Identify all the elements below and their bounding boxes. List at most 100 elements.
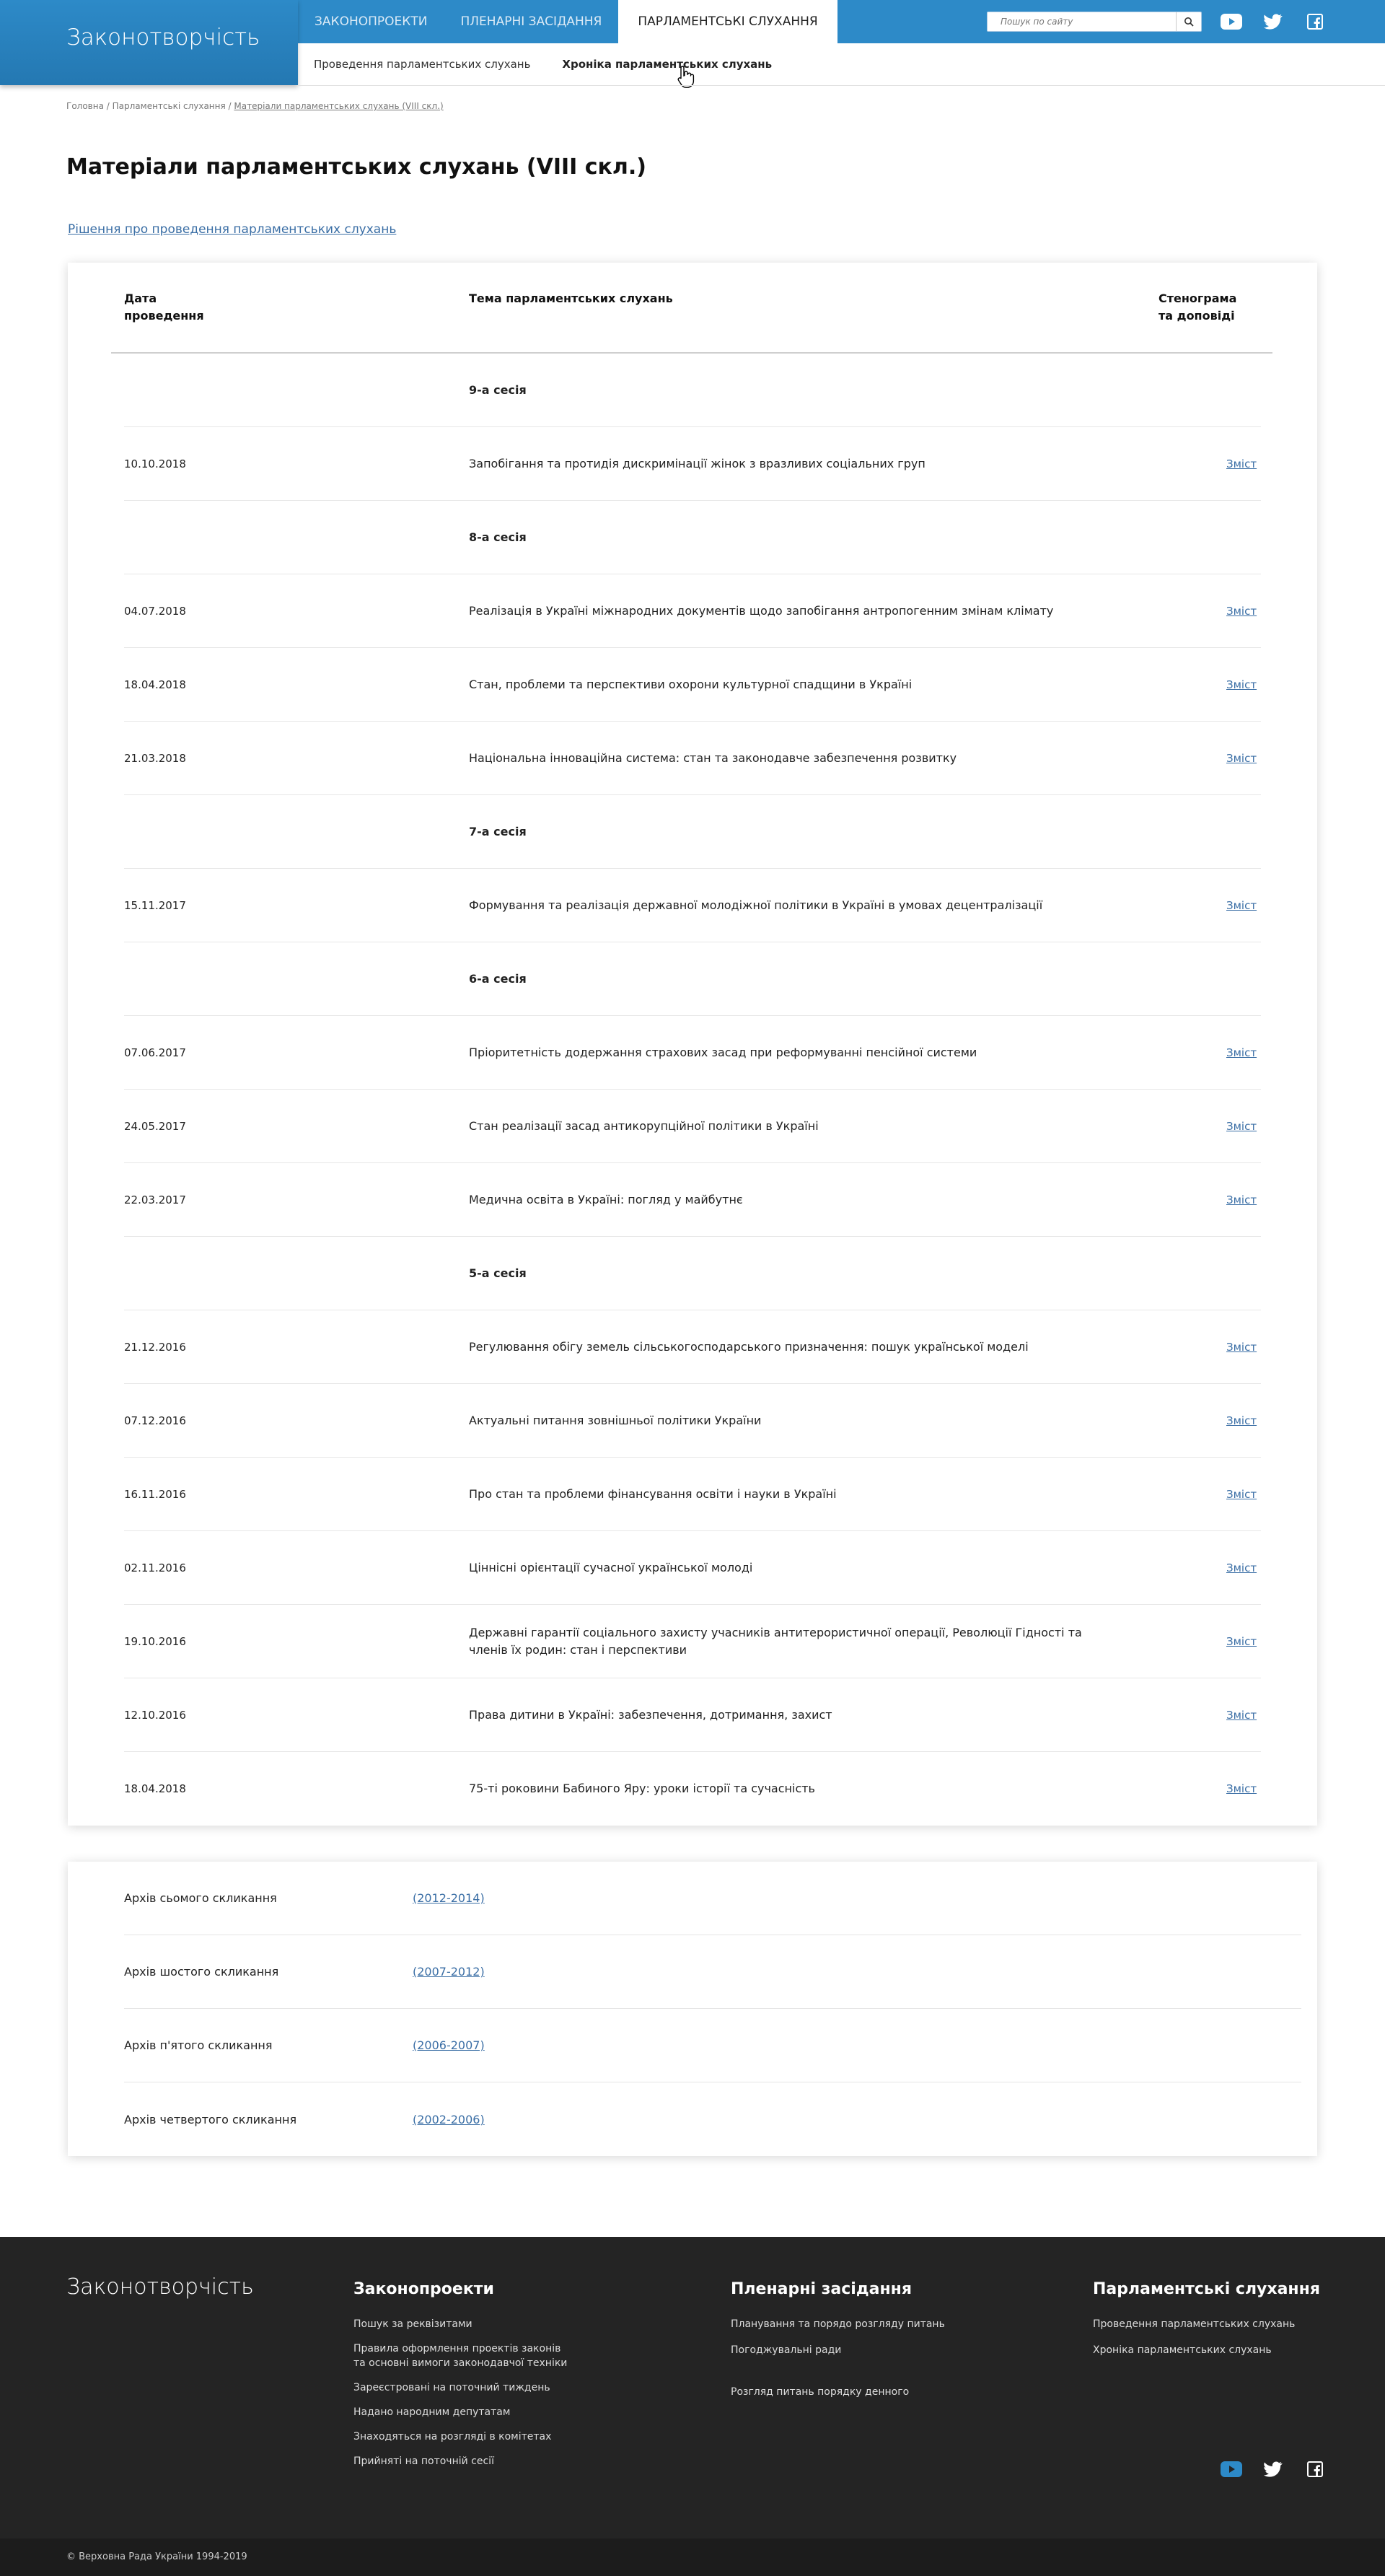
archive-row: Архів четвертого скликання (2002-2006) bbox=[124, 2082, 1301, 2156]
search-box bbox=[987, 12, 1202, 32]
search-input[interactable] bbox=[988, 12, 1177, 31]
subnav-conducting[interactable]: Проведення парламентських слухань bbox=[298, 58, 546, 71]
contents-link[interactable]: Зміст bbox=[1226, 1782, 1257, 1795]
breadcrumb-home[interactable]: Головна bbox=[66, 101, 104, 111]
youtube-icon[interactable] bbox=[1221, 2459, 1242, 2479]
session-label: 7-а сесія bbox=[469, 824, 527, 838]
header-date-line2: проведення bbox=[124, 309, 204, 323]
contents-link[interactable]: Зміст bbox=[1226, 457, 1257, 470]
footer-link[interactable]: Хроніка парламентських слухань bbox=[1093, 2343, 1320, 2357]
nav-bills[interactable]: ЗАКОНОПРОЕКТИ bbox=[298, 0, 444, 43]
table-row: 12.10.2016 Права дитини в Україні: забезп… bbox=[124, 1678, 1261, 1752]
table-row: 19.10.2016 Державні гарантії соціального … bbox=[124, 1605, 1261, 1678]
contents-link[interactable]: Зміст bbox=[1226, 1561, 1257, 1574]
row-date: 04.07.2018 bbox=[124, 604, 186, 618]
session-row: 9-а сесія bbox=[124, 354, 1261, 427]
table-body: 9-а сесія 10.10.2018 Запобігання та протид… bbox=[68, 354, 1317, 1826]
footer-link[interactable]: Надано народним депутатам bbox=[353, 2405, 570, 2419]
archive-label: Архів п'ятого скликання bbox=[124, 2038, 273, 2052]
row-topic: Реалізація в Україні міжнародних докумен… bbox=[469, 603, 1054, 618]
contents-link[interactable]: Зміст bbox=[1226, 1635, 1257, 1648]
footer-logo[interactable]: Законотворчість bbox=[66, 2274, 254, 2300]
breadcrumb-current[interactable]: Матеріали парламентських слухань (VIII с… bbox=[234, 101, 443, 111]
footer-link[interactable]: Знаходяться на розгляді в комітетах bbox=[353, 2430, 570, 2444]
session-row: 7-а сесія bbox=[124, 795, 1261, 869]
footer-link[interactable]: Правила оформлення проектів законів та о… bbox=[353, 2341, 570, 2370]
contents-link[interactable]: Зміст bbox=[1226, 1414, 1257, 1427]
archive-link[interactable]: (2012-2014) bbox=[413, 1891, 485, 1905]
archive-link[interactable]: (2007-2012) bbox=[413, 1965, 485, 1979]
footer-bottom: © Верховна Рада України 1994-2019 bbox=[0, 2538, 1385, 2576]
facebook-icon[interactable] bbox=[1304, 12, 1326, 32]
contents-link[interactable]: Зміст bbox=[1226, 1709, 1257, 1722]
footer-link[interactable]: Планування та порядо розгляду питань bbox=[731, 2317, 945, 2331]
row-topic: Пріоритетність додержання страхових заса… bbox=[469, 1045, 977, 1059]
twitter-icon[interactable] bbox=[1262, 2459, 1284, 2479]
contents-link[interactable]: Зміст bbox=[1226, 605, 1257, 618]
nav-plenary[interactable]: ПЛЕНАРНІ ЗАСІДАННЯ bbox=[444, 0, 618, 43]
table-row: 21.03.2018 Національна інноваційна систем… bbox=[124, 722, 1261, 795]
footer-link[interactable]: Розгляд питань порядку денного bbox=[731, 2385, 945, 2399]
table-header: Дата проведення Тема парламентських слух… bbox=[68, 263, 1317, 353]
row-topic: Регулювання обігу земель сільськогоспода… bbox=[469, 1339, 1029, 1354]
archive-label: Архів шостого скликання bbox=[124, 1965, 279, 1979]
nav-hearings[interactable]: ПАРЛАМЕНТСЬКІ СЛУХАННЯ bbox=[618, 0, 837, 43]
archive-link[interactable]: (2002-2006) bbox=[413, 2113, 485, 2126]
archive-row: Архів шостого скликання (2007-2012) bbox=[124, 1935, 1301, 2009]
contents-link[interactable]: Зміст bbox=[1226, 899, 1257, 912]
header-transcript: Стенограма та доповіді bbox=[1158, 290, 1236, 325]
footer-link[interactable]: Пошук за реквізитами bbox=[353, 2317, 570, 2331]
archive-label: Архів сьомого скликання bbox=[124, 1891, 277, 1905]
footer-col-bills-title: Законопроекти bbox=[353, 2280, 494, 2298]
archive-label: Архів четвертого скликання bbox=[124, 2112, 297, 2126]
footer-link[interactable]: Зареєстровані на поточний тиждень bbox=[353, 2380, 570, 2395]
row-date: 10.10.2018 bbox=[124, 457, 186, 470]
row-topic: Національна інноваційна система: стан та… bbox=[469, 750, 957, 765]
breadcrumb: Головна / Парламентські слухання / Матер… bbox=[66, 101, 444, 111]
row-topic: Актуальні питання зовнішньої політики Ук… bbox=[469, 1413, 762, 1427]
row-topic: Медична освіта в Україні: погляд у майбу… bbox=[469, 1192, 743, 1206]
footer: Законотворчість Законопроекти Пошук за р… bbox=[0, 2237, 1385, 2538]
footer-col-bills: Законопроекти Пошук за реквізитами Прави… bbox=[353, 2280, 570, 2468]
contents-link[interactable]: Зміст bbox=[1226, 752, 1257, 765]
footer-link[interactable]: Погоджувальні ради bbox=[731, 2343, 945, 2357]
contents-link[interactable]: Зміст bbox=[1226, 1193, 1257, 1206]
youtube-icon[interactable] bbox=[1221, 12, 1242, 32]
archive-link[interactable]: (2006-2007) bbox=[413, 2038, 485, 2052]
sub-nav: Проведення парламентських слухань Хронік… bbox=[298, 43, 788, 85]
page-title: Матеріали парламентських слухань (VIII с… bbox=[66, 154, 646, 180]
contents-link[interactable]: Зміст bbox=[1226, 1046, 1257, 1059]
header-date: Дата проведення bbox=[124, 290, 204, 325]
subnav-chronicle[interactable]: Хроніка парламентських слухань bbox=[546, 58, 788, 71]
archive-list: Архів сьомого скликання (2012-2014) Архів … bbox=[68, 1862, 1317, 2156]
table-row: 24.05.2017 Стан реалізації засад антикору… bbox=[124, 1090, 1261, 1163]
breadcrumb-section[interactable]: Парламентські слухання bbox=[113, 101, 226, 111]
row-date: 16.11.2016 bbox=[124, 1487, 186, 1501]
contents-link[interactable]: Зміст bbox=[1226, 1488, 1257, 1501]
row-topic: Державні гарантії соціального захисту уч… bbox=[469, 1625, 1082, 1657]
twitter-icon[interactable] bbox=[1262, 12, 1284, 32]
contents-link[interactable]: Зміст bbox=[1226, 1120, 1257, 1133]
table-row: 22.03.2017 Медична освіта в Україні: погл… bbox=[124, 1163, 1261, 1237]
row-date: 07.12.2016 bbox=[124, 1414, 186, 1427]
archive-row: Архів сьомого скликання (2012-2014) bbox=[124, 1862, 1301, 1935]
row-date: 15.11.2017 bbox=[124, 898, 186, 912]
row-topic: Формування та реалізація державної молод… bbox=[469, 898, 1043, 912]
copyright: © Верховна Рада України 1994-2019 bbox=[66, 2551, 247, 2562]
table-row: 15.11.2017 Формування та реалізація держа… bbox=[124, 869, 1261, 942]
search-icon bbox=[1184, 17, 1194, 27]
footer-col-hearings: Парламентські слухання Проведення парлам… bbox=[1093, 2280, 1320, 2357]
row-topic: Стан реалізації засад антикорупційної по… bbox=[469, 1118, 819, 1133]
contents-link[interactable]: Зміст bbox=[1226, 1341, 1257, 1354]
table-row: 02.11.2016 Ціннісні орієнтації сучасної у… bbox=[124, 1531, 1261, 1605]
facebook-icon[interactable] bbox=[1304, 2459, 1326, 2479]
row-topic: Про стан та проблеми фінансування освіти… bbox=[469, 1486, 837, 1501]
row-date: 24.05.2017 bbox=[124, 1119, 186, 1133]
search-button[interactable] bbox=[1177, 12, 1201, 31]
footer-link[interactable]: Прийняті на поточній сесії bbox=[353, 2454, 570, 2468]
row-date: 07.06.2017 bbox=[124, 1046, 186, 1059]
decision-link[interactable]: Рішення про проведення парламентських сл… bbox=[68, 222, 396, 237]
footer-link[interactable]: Проведення парламентських слухань bbox=[1093, 2317, 1320, 2331]
contents-link[interactable]: Зміст bbox=[1226, 678, 1257, 691]
site-logo[interactable]: Законотворчість bbox=[66, 25, 260, 51]
